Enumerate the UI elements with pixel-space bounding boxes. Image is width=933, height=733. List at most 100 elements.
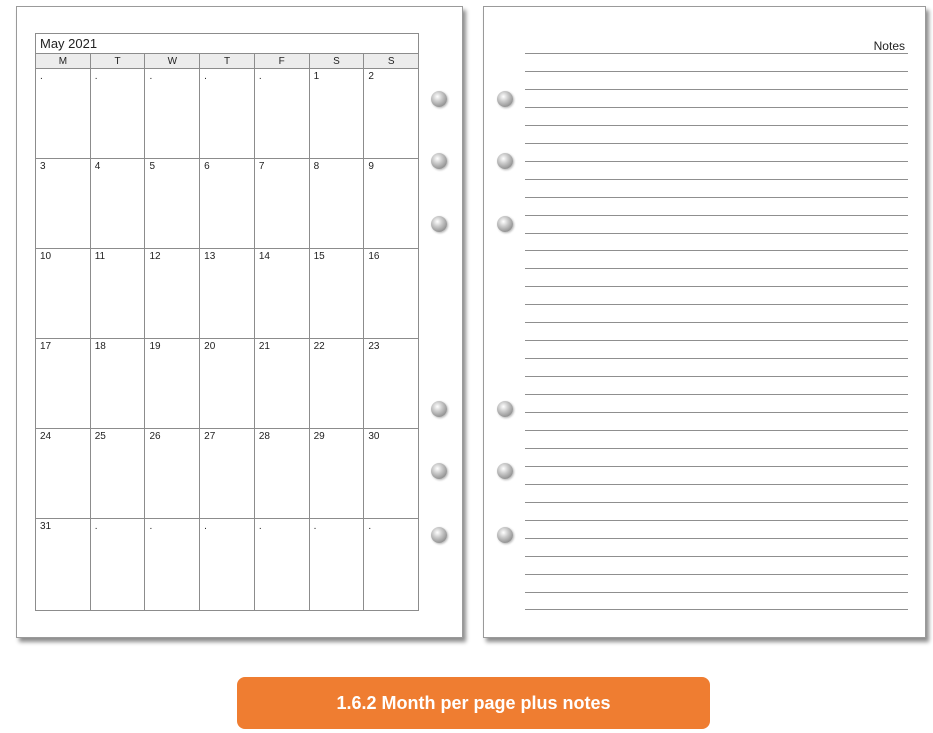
weekday-label: M <box>58 56 68 67</box>
calendar-day-cell[interactable]: 31 <box>36 519 90 610</box>
note-line <box>525 304 908 306</box>
day-number: 24 <box>40 431 52 442</box>
day-number: 21 <box>258 341 270 352</box>
note-line <box>525 358 908 360</box>
day-number: 8 <box>313 161 320 172</box>
calendar-day-cell[interactable]: 29 <box>308 429 364 518</box>
day-number: . <box>149 71 153 82</box>
calendar-day-cell[interactable]: 3 <box>36 159 90 248</box>
day-number: 16 <box>368 251 380 262</box>
binder-ring-hole-icon <box>431 91 447 107</box>
calendar-day-cell[interactable]: 21 <box>253 339 309 428</box>
day-number: 1 <box>313 71 320 82</box>
calendar-day-cell[interactable]: . <box>144 69 199 158</box>
note-line <box>525 160 908 162</box>
calendar-day-cell[interactable]: 28 <box>253 429 309 518</box>
note-line <box>525 250 908 252</box>
weekday-label: F <box>253 54 309 68</box>
day-number: 28 <box>258 431 270 442</box>
note-line <box>525 555 908 557</box>
note-line <box>525 71 908 72</box>
calendar-day-cell[interactable]: 14 <box>253 249 309 338</box>
calendar-day-cell[interactable]: 25 <box>89 429 145 518</box>
calendar-day-cell[interactable]: . <box>363 519 418 610</box>
binder-ring-hole-icon <box>497 216 513 232</box>
calendar-day-cell[interactable]: 16 <box>363 249 418 338</box>
binder-ring-hole-icon <box>431 463 447 479</box>
calendar-day-cell[interactable]: 1 <box>308 69 364 158</box>
note-line <box>525 322 908 324</box>
calendar-day-cell[interactable]: 19 <box>144 339 199 428</box>
calendar-page: May 2021 M T W T F S S ..... 1 2 3 4 5 6 7 8 9 10 1… <box>16 6 463 638</box>
calendar-day-cell[interactable]: . <box>253 519 309 610</box>
calendar-day-cell[interactable]: 2 <box>363 69 418 158</box>
calendar-day-cell[interactable]: . <box>199 69 254 158</box>
calendar-day-cell[interactable]: 24 <box>36 429 90 518</box>
calendar-day-cell[interactable]: . <box>36 69 90 158</box>
day-number: 22 <box>313 341 325 352</box>
calendar-day-cell[interactable]: 15 <box>308 249 364 338</box>
note-line <box>525 376 908 378</box>
day-number: 26 <box>149 431 161 442</box>
note-line <box>525 537 908 539</box>
note-line <box>525 465 908 467</box>
calendar-day-cell[interactable]: 10 <box>36 249 90 338</box>
day-number: 2 <box>368 71 374 82</box>
calendar-day-cell[interactable]: 23 <box>363 339 418 428</box>
calendar-grid: ..... 1 2 3 4 5 6 7 8 9 10 11 12 13 14 15 16 17 18 19 20 21 22… <box>36 69 418 610</box>
note-line <box>525 429 908 431</box>
calendar-week-row: 10 11 12 13 14 15 16 <box>36 249 418 339</box>
calendar-day-cell[interactable]: 9 <box>363 159 418 248</box>
calendar-day-cell[interactable]: 20 <box>199 339 254 428</box>
calendar-day-cell[interactable]: 30 <box>363 429 418 518</box>
note-line <box>525 142 908 144</box>
weekday-label: T <box>199 54 254 68</box>
calendar-title: May 2021 <box>40 36 98 51</box>
note-line <box>525 124 908 126</box>
calendar-day-cell[interactable]: 8 <box>308 159 364 248</box>
calendar-day-cell[interactable]: . <box>89 69 145 158</box>
calendar-day-cell[interactable]: 7 <box>253 159 309 248</box>
day-number: . <box>313 521 317 532</box>
calendar-day-cell[interactable]: 4 <box>89 159 145 248</box>
calendar-day-cell[interactable]: 5 <box>144 159 199 248</box>
note-line <box>525 412 908 413</box>
day-number: 15 <box>313 251 325 262</box>
calendar-week-row: 24 25 26 27 28 29 30 <box>36 429 418 519</box>
calendar-day-cell[interactable]: 22 <box>308 339 364 428</box>
binder-ring-hole-icon <box>431 153 447 169</box>
calendar-day-cell[interactable]: 27 <box>199 429 254 518</box>
calendar-day-cell[interactable]: 26 <box>144 429 199 518</box>
day-number: 9 <box>368 161 374 172</box>
calendar-day-cell[interactable]: 12 <box>144 249 199 338</box>
calendar-day-cell[interactable]: . <box>308 519 364 610</box>
caption-banner: 1.6.2 Month per page plus notes <box>237 677 710 729</box>
day-number: . <box>94 521 98 532</box>
calendar-day-cell[interactable]: 13 <box>199 249 254 338</box>
notes-page: Notes <box>483 6 926 638</box>
day-number: . <box>94 71 98 82</box>
calendar-day-cell[interactable]: 17 <box>36 339 90 428</box>
weekday-label: S <box>308 54 364 68</box>
calendar-week-row: 31...... <box>36 519 418 610</box>
day-number: 25 <box>94 431 106 442</box>
note-line <box>525 88 908 90</box>
calendar-week-row: 3 4 5 6 7 8 9 <box>36 159 418 249</box>
weekday-label: T <box>89 54 145 68</box>
month-calendar: May 2021 M T W T F S S ..... 1 2 3 4 5 6 7 8 9 10 1… <box>35 33 419 611</box>
day-number: 17 <box>40 341 52 352</box>
calendar-day-cell[interactable]: . <box>253 69 309 158</box>
day-number: 29 <box>313 431 325 442</box>
calendar-day-cell[interactable]: . <box>89 519 145 610</box>
day-number: 31 <box>40 521 52 532</box>
binder-ring-hole-icon <box>497 153 513 169</box>
day-number: . <box>204 71 207 82</box>
calendar-day-cell[interactable]: . <box>144 519 199 610</box>
calendar-day-cell[interactable]: 11 <box>89 249 145 338</box>
calendar-day-cell[interactable]: . <box>199 519 254 610</box>
day-number: . <box>204 521 207 532</box>
note-line <box>525 573 908 575</box>
calendar-day-cell[interactable]: 18 <box>89 339 145 428</box>
calendar-day-cell[interactable]: 6 <box>199 159 254 248</box>
day-number: 19 <box>149 341 161 352</box>
